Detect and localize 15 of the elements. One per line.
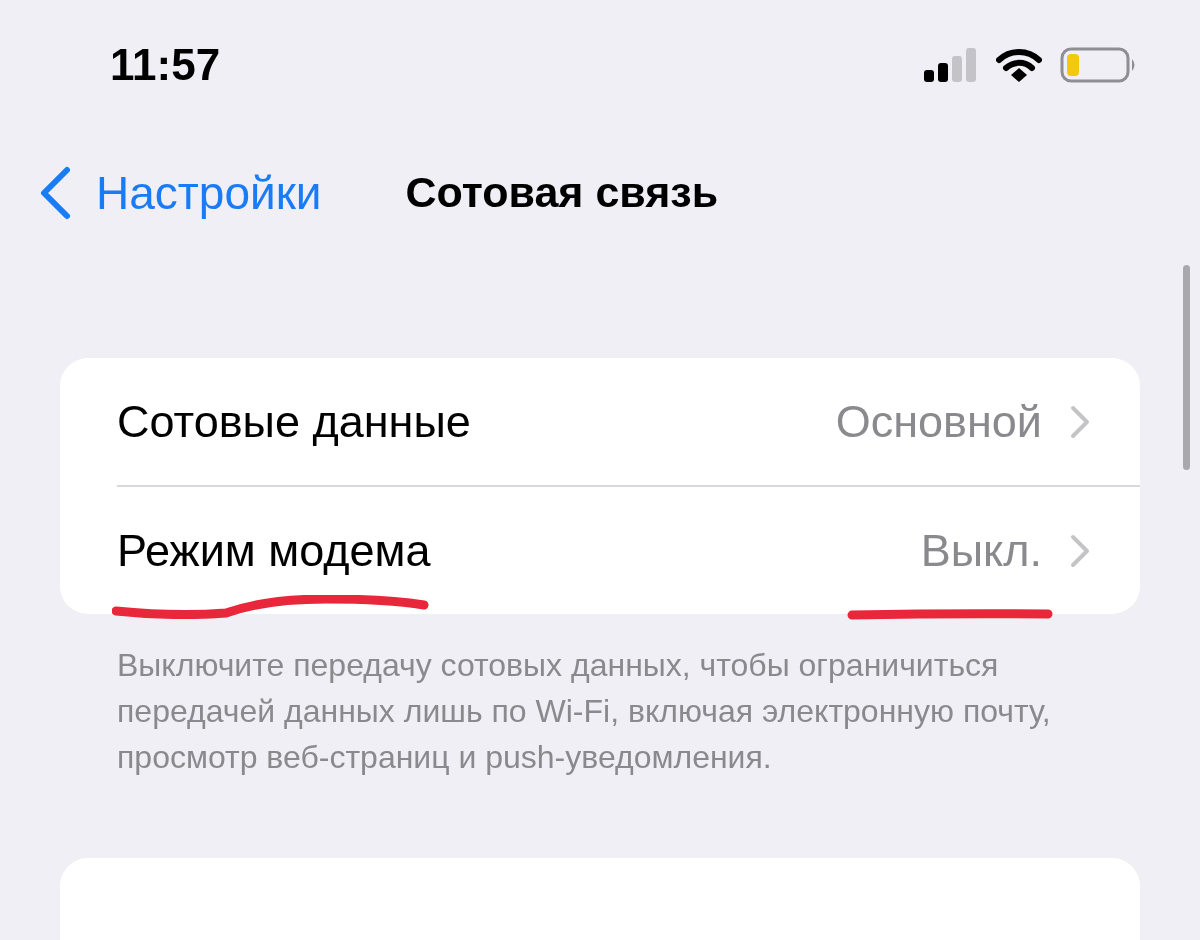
status-time: 11:57 bbox=[110, 40, 221, 90]
chevron-left-icon bbox=[38, 165, 72, 220]
settings-row[interactable]: Сотовые данные Основной bbox=[117, 358, 1140, 485]
signal-icon bbox=[924, 48, 978, 82]
chevron-right-icon bbox=[1070, 404, 1090, 439]
chevron-right-icon bbox=[1070, 533, 1090, 568]
page-title: Сотовая связь bbox=[405, 168, 719, 217]
row-value: Выкл. bbox=[920, 524, 1042, 577]
row-label: Режим модема bbox=[117, 524, 431, 577]
wifi-icon bbox=[996, 48, 1042, 82]
footer-note: Выключите передачу сотовых данных, чтобы ограничиться передачей данных лишь по Wi-Fi, включая электронную почту, просмотр веб-страниц и push-уведомления. bbox=[117, 646, 1052, 777]
back-button[interactable]: Настройки bbox=[38, 165, 322, 220]
row-label: Сотовые данные bbox=[117, 395, 471, 448]
settings-row[interactable]: Режим модема Выкл. bbox=[117, 485, 1140, 614]
row-value: Основной bbox=[835, 395, 1042, 448]
